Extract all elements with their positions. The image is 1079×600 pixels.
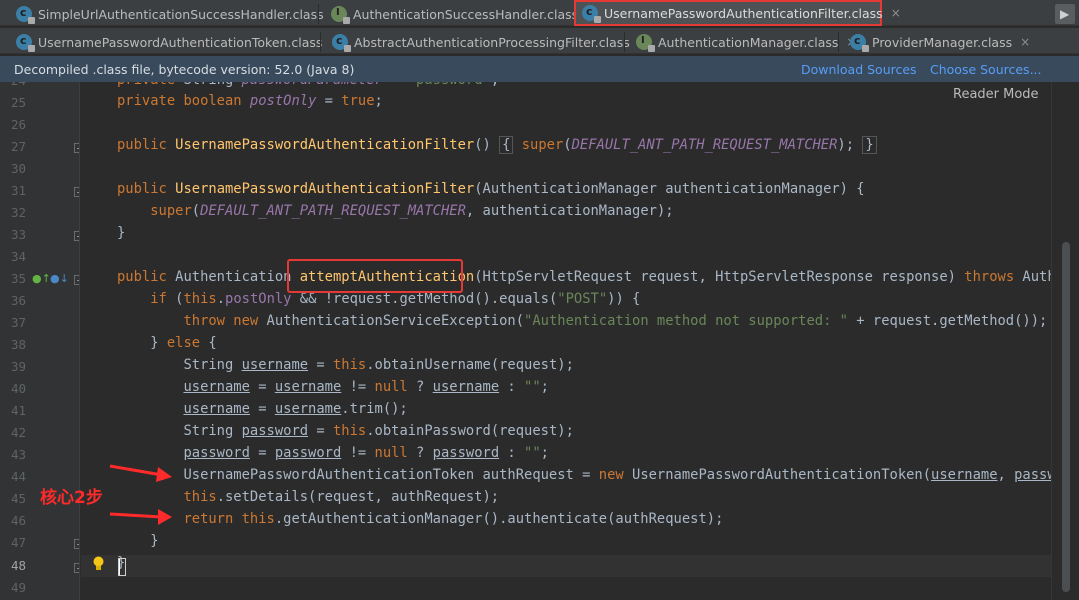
code-line-42: String password = this.obtainPassword(re… bbox=[117, 423, 574, 439]
decompiled-banner: Decompiled .class file, bytecode version… bbox=[0, 56, 1079, 82]
code-line-37: throw new AuthenticationServiceException… bbox=[183, 313, 1048, 329]
line-number: 26 bbox=[10, 117, 26, 132]
class-icon bbox=[16, 34, 35, 52]
class-icon bbox=[332, 34, 351, 52]
fold-marker[interactable] bbox=[74, 563, 79, 573]
tab-label: ProviderManager.class bbox=[872, 34, 1013, 50]
tab-label: UsernamePasswordAuthenticationToken.clas… bbox=[38, 34, 323, 50]
tab-username-password-authentication-filter[interactable]: UsernamePasswordAuthenticationFilter.cla… bbox=[574, 0, 901, 26]
interface-icon bbox=[636, 34, 655, 52]
fold-marker[interactable] bbox=[74, 187, 79, 197]
fold-marker[interactable] bbox=[74, 231, 79, 241]
download-sources-link[interactable]: Download Sources bbox=[801, 62, 917, 77]
line-number: 49 bbox=[10, 580, 26, 595]
line-number: 34 bbox=[10, 249, 26, 264]
line-number: 44 bbox=[10, 469, 26, 484]
class-icon bbox=[850, 34, 869, 52]
interface-icon bbox=[331, 6, 350, 24]
line-number: 43 bbox=[10, 447, 26, 462]
tab-authentication-manager[interactable]: AuthenticationManager.class × bbox=[624, 28, 856, 56]
editor-tab-bar-bottom: UsernamePasswordAuthenticationToken.clas… bbox=[0, 28, 1079, 54]
line-number: 33 bbox=[10, 227, 26, 242]
scrollbar-thumb[interactable] bbox=[1062, 242, 1070, 592]
editor-gutter: 24 25 26 27 30 31 32 33 34 35 36 37 38 3… bbox=[0, 82, 80, 600]
annotation-arrow-icon bbox=[109, 509, 172, 525]
tab-abstract-authentication-processing-filter[interactable]: AbstractAuthenticationProcessingFilter.c… bbox=[320, 28, 648, 56]
close-icon[interactable]: × bbox=[1020, 35, 1030, 49]
line-number: 39 bbox=[10, 359, 26, 374]
code-line-35: public Authentication attemptAuthenticat… bbox=[117, 269, 1051, 285]
code-line-47: } bbox=[117, 533, 159, 549]
code-line-43: password = password != null ? password :… bbox=[183, 445, 549, 461]
line-number: 36 bbox=[10, 293, 26, 308]
line-number: 41 bbox=[10, 403, 26, 418]
code-editor[interactable]: private String passwordParameter = "pass… bbox=[81, 82, 1051, 600]
tab-label: SimpleUrlAuthenticationSuccessHandler.cl… bbox=[38, 6, 324, 22]
tab-authentication-success-handler[interactable]: AuthenticationSuccessHandler.class × bbox=[319, 0, 596, 28]
line-number: 47 bbox=[10, 535, 26, 550]
code-line-25: private boolean postOnly = true; bbox=[117, 93, 383, 109]
editor-tab-bar-top: SimpleUrlAuthenticationSuccessHandler.cl… bbox=[0, 0, 1079, 26]
line-number: 38 bbox=[10, 337, 26, 352]
line-number: 24 bbox=[0, 82, 26, 92]
line-number: 37 bbox=[10, 315, 26, 330]
fold-marker[interactable] bbox=[74, 539, 79, 549]
code-line-38: } else { bbox=[117, 335, 217, 351]
code-line-44: UsernamePasswordAuthenticationToken auth… bbox=[117, 467, 1051, 483]
line-number: 31 bbox=[10, 183, 26, 198]
code-line-41: username = username.trim(); bbox=[183, 401, 408, 417]
reader-mode-button[interactable]: Reader Mode bbox=[945, 85, 1047, 104]
banner-text: Decompiled .class file, bytecode version… bbox=[14, 61, 355, 77]
line-number: 32 bbox=[10, 205, 26, 220]
line-number: 25 bbox=[10, 95, 26, 110]
class-icon bbox=[582, 5, 601, 23]
code-line-33: } bbox=[117, 225, 126, 241]
tab-username-password-authentication-token[interactable]: UsernamePasswordAuthenticationToken.clas… bbox=[4, 28, 341, 56]
class-icon bbox=[16, 6, 35, 24]
current-line-highlight bbox=[81, 555, 1051, 577]
line-number: 27 bbox=[10, 139, 26, 154]
chevron-right-icon: ▶ bbox=[1060, 7, 1070, 21]
line-number: 45 bbox=[10, 491, 26, 506]
tab-simple-url-authentication-success-handler[interactable]: SimpleUrlAuthenticationSuccessHandler.cl… bbox=[4, 0, 342, 28]
code-line-27: public UsernamePasswordAuthenticationFil… bbox=[117, 136, 877, 159]
choose-sources-link[interactable]: Choose Sources... bbox=[930, 62, 1042, 77]
text-caret bbox=[118, 558, 126, 576]
code-line-36: if (this.postOnly && !request.getMethod(… bbox=[150, 291, 641, 307]
highlight-box bbox=[287, 259, 463, 293]
close-icon[interactable]: × bbox=[891, 6, 901, 20]
fold-marker[interactable] bbox=[74, 275, 79, 285]
implemented-method-icon[interactable]: ●↓ bbox=[50, 272, 69, 286]
line-number: 46 bbox=[10, 513, 26, 528]
code-line-40: username = username != null ? username :… bbox=[183, 379, 549, 395]
line-number: 35 bbox=[10, 271, 26, 286]
tabs-overflow-button[interactable]: ▶ bbox=[1055, 4, 1075, 24]
code-line-45: this.setDetails(request, authRequest); bbox=[183, 489, 500, 505]
overrides-method-icon[interactable]: ●↑ bbox=[32, 272, 51, 286]
tab-provider-manager[interactable]: ProviderManager.class × bbox=[838, 28, 1030, 56]
tab-label: UsernamePasswordAuthenticationFilter.cla… bbox=[604, 5, 883, 21]
annotation-arrow-icon bbox=[109, 464, 172, 482]
line-number: 30 bbox=[10, 161, 26, 176]
lightbulb-icon[interactable] bbox=[92, 556, 105, 571]
tab-label: AuthenticationManager.class bbox=[658, 34, 839, 50]
annotation-text: 核心2步 bbox=[40, 488, 103, 508]
code-line-39: String username = this.obtainUsername(re… bbox=[117, 357, 574, 373]
line-number: 42 bbox=[10, 425, 26, 440]
code-line-46: return this.getAuthenticationManager().a… bbox=[183, 511, 724, 527]
fold-marker[interactable] bbox=[74, 143, 79, 153]
line-number: 48 bbox=[10, 558, 26, 573]
tab-label: AuthenticationSuccessHandler.class bbox=[353, 6, 579, 22]
vertical-scrollbar[interactable] bbox=[1051, 82, 1079, 600]
tab-label: AbstractAuthenticationProcessingFilter.c… bbox=[354, 34, 630, 50]
line-number: 40 bbox=[10, 381, 26, 396]
code-line-31: public UsernamePasswordAuthenticationFil… bbox=[117, 181, 865, 197]
code-line-32: super(DEFAULT_ANT_PATH_REQUEST_MATCHER, … bbox=[150, 203, 674, 219]
